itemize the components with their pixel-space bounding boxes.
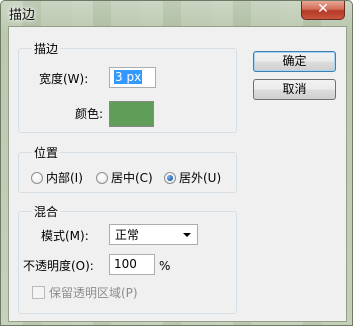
radio-inside[interactable] [31,172,43,184]
preserve-transparency-label[interactable]: 保留透明区域(P) [49,286,138,300]
mode-value: 正常 [115,228,140,242]
close-icon: ✕ [317,1,329,17]
preserve-transparency-checkbox[interactable] [32,286,45,299]
opacity-label: 不透明度(O): [23,259,94,273]
stroke-dialog: 描边 ✕ 描边 宽度(W): 3 px 颜色: 位置 内部(I) 居中(C) 居… [0,0,353,326]
stroke-group-label: 描边 [32,42,61,56]
color-label: 颜色: [75,107,104,121]
radio-center[interactable] [96,172,108,184]
radio-outside-label[interactable]: 居外(U) [179,171,221,185]
radio-outside[interactable] [164,172,176,184]
title-bar[interactable]: 描边 ✕ [1,1,352,23]
opacity-unit: % [159,259,171,273]
window-title: 描边 [9,8,36,23]
opacity-input[interactable]: 100 [109,254,155,275]
cancel-button[interactable]: 取消 [253,79,336,100]
dialog-client-area: 描边 宽度(W): 3 px 颜色: 位置 内部(I) 居中(C) 居外(U) … [8,26,347,322]
width-input[interactable]: 3 px [109,67,156,88]
width-value: 3 px [114,70,143,84]
radio-center-label[interactable]: 居中(C) [111,171,153,185]
mode-label: 模式(M): [41,229,89,243]
close-button[interactable]: ✕ [301,1,345,20]
radio-inside-label[interactable]: 内部(I) [46,171,83,185]
opacity-value: 100 [114,257,137,271]
chevron-down-icon [183,233,191,237]
width-label: 宽度(W): [39,72,89,86]
blend-group-label: 混合 [32,205,61,219]
ok-button[interactable]: 确定 [253,51,336,72]
position-group-label: 位置 [32,146,61,160]
mode-select[interactable]: 正常 [109,224,198,245]
color-swatch[interactable] [109,101,154,127]
